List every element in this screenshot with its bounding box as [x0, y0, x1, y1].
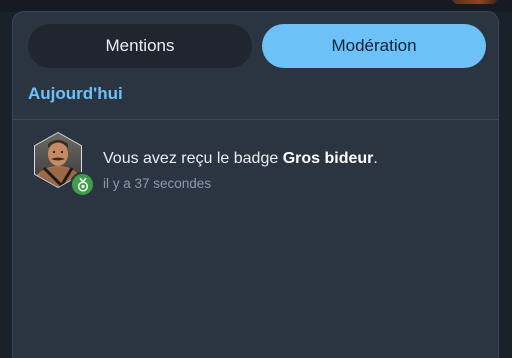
badge-name: Gros bideur	[282, 150, 374, 167]
notification-item[interactable]: Vous avez reçu le badge Gros bideur. il …	[29, 128, 479, 200]
tab-mentions[interactable]: Mentions	[28, 24, 252, 68]
notifications-panel: Mentions Modération Aujourd'hui Vous ave…	[12, 11, 499, 358]
section-title-today: Aujourd'hui	[28, 84, 123, 103]
page: Mentions Modération Aujourd'hui Vous ave…	[0, 0, 512, 358]
header-avatar[interactable]	[452, 0, 498, 4]
medal-glyph	[77, 177, 88, 192]
message-suffix: .	[373, 150, 378, 167]
medal-icon	[70, 172, 95, 197]
message-prefix: Vous avez reçu le badge	[103, 150, 283, 167]
notification-tabs: Mentions Modération	[28, 24, 486, 68]
divider	[13, 119, 498, 120]
tab-moderation[interactable]: Modération	[262, 24, 486, 68]
notification-time: il y a 37 secondes	[103, 176, 212, 191]
avatar-container	[29, 132, 95, 197]
notification-message: Vous avez reçu le badge Gros bideur.	[103, 150, 378, 168]
